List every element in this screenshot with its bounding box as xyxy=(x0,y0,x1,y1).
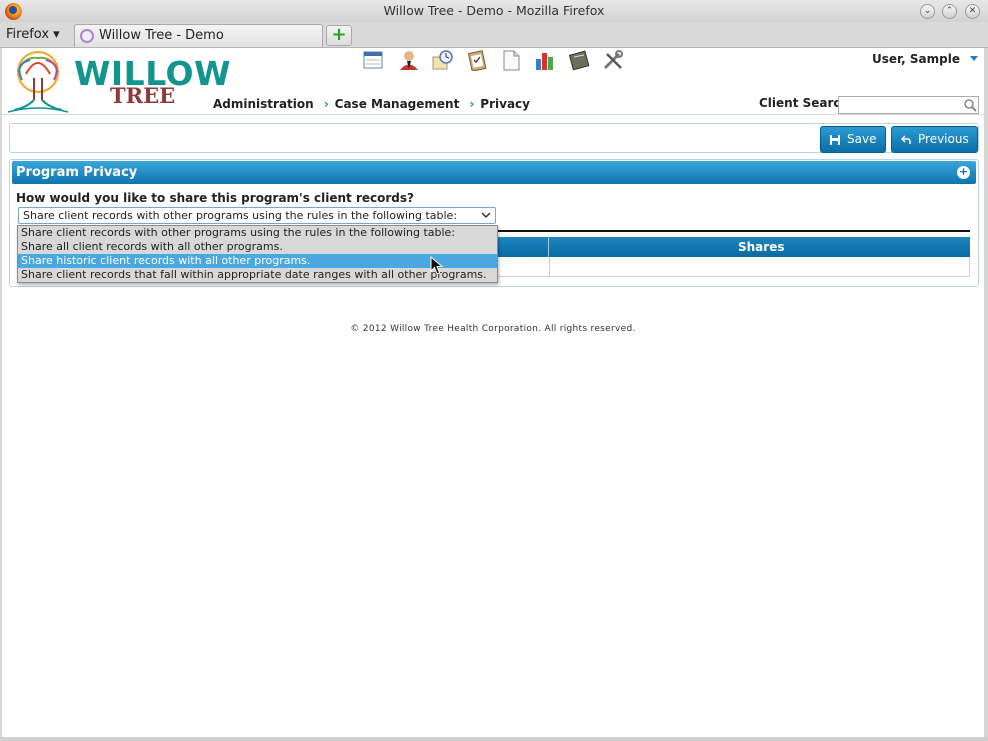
dropdown-option[interactable]: Share all client records with all other … xyxy=(18,240,497,254)
breadcrumb-separator-icon: › xyxy=(469,97,475,111)
page-viewport: WILLOW TREE User, Sample Administration … xyxy=(2,48,984,737)
previous-button[interactable]: Previous xyxy=(891,126,978,153)
copyright-footer: © 2012 Willow Tree Health Corporation. A… xyxy=(350,324,636,334)
save-button-label: Save xyxy=(847,132,877,146)
header-divider xyxy=(2,114,984,115)
sharing-select-value: Share client records with other programs… xyxy=(23,209,458,222)
panel-title: Program Privacy xyxy=(16,165,138,180)
new-tab-button[interactable]: + xyxy=(326,25,352,46)
breadcrumb-administration[interactable]: Administration xyxy=(213,97,314,111)
firefox-menu-button[interactable]: Firefox ▾ xyxy=(6,27,60,42)
previous-button-label: Previous xyxy=(918,132,969,146)
breadcrumb-privacy[interactable]: Privacy xyxy=(480,97,530,111)
dropdown-option-highlighted[interactable]: Share historic client records with all o… xyxy=(18,254,497,268)
action-bar: Save Previous xyxy=(9,123,979,153)
minimize-button[interactable]: ⌄ xyxy=(920,4,935,19)
chevron-down-icon[interactable] xyxy=(970,56,978,61)
column-divider xyxy=(549,257,550,276)
clipboard-icon[interactable] xyxy=(466,49,488,71)
sharing-question: How would you like to share this program… xyxy=(16,191,414,205)
logo-text-tree: TREE xyxy=(110,83,176,108)
browser-tab[interactable]: Willow Tree - Demo xyxy=(74,24,323,47)
breadcrumb-separator-icon: › xyxy=(323,97,329,111)
tools-icon[interactable] xyxy=(602,49,624,71)
sharing-select[interactable]: Share client records with other programs… xyxy=(18,207,496,224)
breadcrumb: Administration › Case Management › Privacy xyxy=(213,97,540,111)
back-arrow-icon xyxy=(901,135,911,144)
mouse-cursor-icon xyxy=(430,256,444,275)
sharing-options-dropdown: Share client records with other programs… xyxy=(17,225,498,283)
save-button[interactable]: Save xyxy=(820,126,886,153)
chevron-down-icon xyxy=(481,212,491,219)
panel-header: Program Privacy + xyxy=(12,161,976,184)
dropdown-option[interactable]: Share client records that fall within ap… xyxy=(18,268,497,282)
save-icon xyxy=(830,135,840,145)
favicon-icon xyxy=(80,29,94,43)
notebook-icon[interactable] xyxy=(568,49,590,71)
schedule-icon[interactable] xyxy=(432,49,454,71)
tab-title: Willow Tree - Demo xyxy=(99,28,224,43)
client-search-input[interactable] xyxy=(838,96,979,114)
document-icon[interactable] xyxy=(500,49,522,71)
close-window-button[interactable]: ✕ xyxy=(965,4,980,19)
client-icon[interactable] xyxy=(398,49,420,71)
client-search-label: Client Search xyxy=(759,96,850,110)
dropdown-option[interactable]: Share client records with other programs… xyxy=(18,226,497,240)
willow-tree-logo-icon[interactable] xyxy=(4,50,72,114)
expand-icon[interactable]: + xyxy=(957,166,970,179)
user-menu[interactable]: User, Sample xyxy=(872,52,960,66)
window-title: Willow Tree - Demo - Mozilla Firefox xyxy=(383,3,605,18)
column-header-shares: Shares xyxy=(738,240,785,254)
calendar-icon[interactable] xyxy=(362,49,384,71)
column-divider xyxy=(548,237,549,257)
window-titlebar: Willow Tree - Demo - Mozilla Firefox ⌄ ⌃… xyxy=(0,0,988,22)
browser-tabbar: Firefox ▾ Willow Tree - Demo + xyxy=(0,22,988,48)
window-bottom-edge xyxy=(0,737,988,741)
reports-icon[interactable] xyxy=(534,49,556,71)
breadcrumb-case-management[interactable]: Case Management xyxy=(335,97,460,111)
search-icon[interactable] xyxy=(963,98,977,112)
maximize-button[interactable]: ⌃ xyxy=(942,4,957,19)
